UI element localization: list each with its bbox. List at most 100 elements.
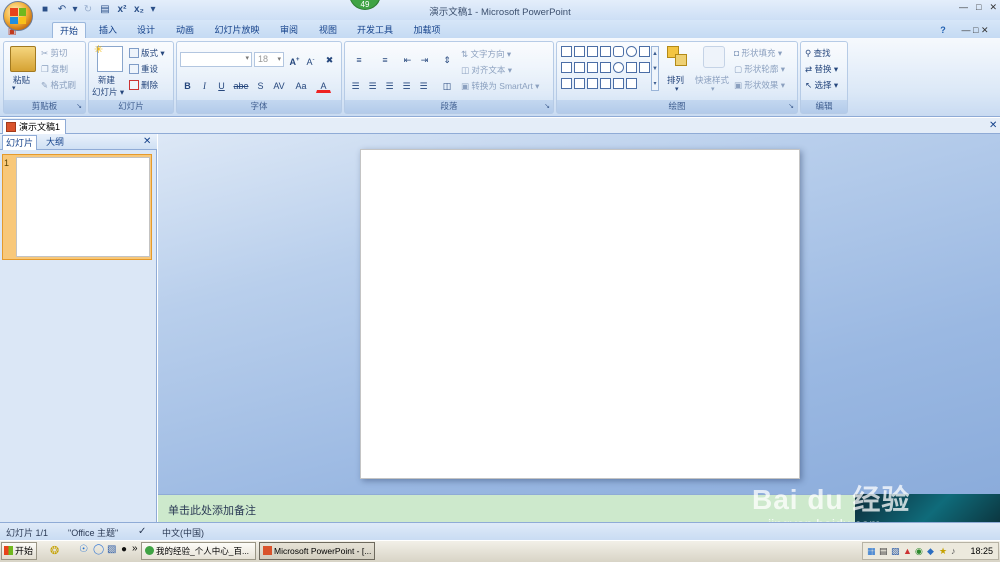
- help-icon[interactable]: ?: [936, 22, 950, 38]
- minimize-icon[interactable]: —: [959, 2, 968, 13]
- tab-addins[interactable]: 加载项: [405, 22, 449, 38]
- shape-fill-button[interactable]: ◘ 形状填充 ▾: [734, 47, 782, 59]
- tab-view[interactable]: 视图: [311, 22, 345, 38]
- task-browser[interactable]: 我的经验_个人中心_百...: [141, 542, 256, 560]
- qq-icon[interactable]: ●: [121, 544, 127, 555]
- shape-bracket-icon[interactable]: [600, 78, 611, 89]
- shape-brace-icon[interactable]: [587, 78, 598, 89]
- tray-input-icon[interactable]: ▦: [867, 546, 876, 557]
- close-document-icon[interactable]: ✕: [989, 120, 997, 131]
- new-slide-icon[interactable]: ✳: [94, 44, 123, 72]
- close-panel-icon[interactable]: ✕: [143, 136, 151, 147]
- doc-minimize-icon[interactable]: —: [961, 25, 970, 35]
- shapes-gallery[interactable]: [561, 46, 657, 94]
- tab-animations[interactable]: 动画: [168, 22, 202, 38]
- font-color-button[interactable]: A: [316, 78, 331, 93]
- font-dropdown-icon[interactable]: ▾: [245, 54, 249, 62]
- shape-rect-icon[interactable]: [600, 46, 611, 57]
- decrease-indent-button[interactable]: ⇤: [400, 52, 415, 67]
- increase-indent-button[interactable]: ⇥: [417, 52, 432, 67]
- shape-chevron-icon[interactable]: [626, 62, 637, 73]
- tray-network-icon[interactable]: ▤: [879, 546, 888, 557]
- paragraph-launcher-icon[interactable]: ↘: [544, 100, 550, 113]
- shape-smile-icon[interactable]: [613, 62, 624, 73]
- task-powerpoint[interactable]: Microsoft PowerPoint - [...: [259, 542, 375, 560]
- text-direction-button[interactable]: ⇅ 文字方向 ▾: [461, 48, 511, 60]
- shape-rounded-rect-icon[interactable]: [613, 46, 624, 57]
- shape-flow-icon[interactable]: [639, 62, 650, 73]
- numbering-button[interactable]: ≡: [374, 52, 396, 67]
- replace-button[interactable]: ⇄ 替换 ▾: [805, 63, 838, 75]
- align-text-button[interactable]: ◫ 对齐文本 ▾: [461, 64, 512, 76]
- browser-icon[interactable]: ◯: [93, 544, 104, 555]
- paste-icon[interactable]: [10, 46, 36, 72]
- columns-button[interactable]: ◫: [437, 78, 457, 93]
- office-button[interactable]: [3, 1, 33, 31]
- shape-triangle-icon[interactable]: [639, 46, 650, 57]
- underline-button[interactable]: U: [214, 78, 229, 93]
- new-slide-label[interactable]: 幻灯片 ▾: [92, 86, 124, 98]
- quick-launch-icon[interactable]: ❂: [50, 544, 59, 557]
- distributed-button[interactable]: ☰: [416, 78, 431, 93]
- character-spacing-button[interactable]: AV: [269, 78, 289, 93]
- tray-volume-icon[interactable]: ♪: [951, 546, 956, 556]
- paste-dropdown-icon[interactable]: ▾: [12, 84, 16, 92]
- format-painter-button[interactable]: ✎ 格式刷: [41, 79, 76, 91]
- tab-outline[interactable]: 大纲: [40, 135, 70, 150]
- size-dropdown-icon[interactable]: ▾: [277, 53, 281, 66]
- line-spacing-button[interactable]: ⇕: [437, 52, 457, 67]
- close-icon[interactable]: ✕: [989, 2, 997, 13]
- shrink-font-button[interactable]: A-: [303, 52, 318, 67]
- tab-slideshow[interactable]: 幻灯片放映: [207, 22, 267, 38]
- shape-outline-button[interactable]: ▢ 形状轮廓 ▾: [734, 63, 785, 75]
- ie-icon[interactable]: ☉: [79, 544, 88, 555]
- tray-update-icon[interactable]: ★: [939, 546, 947, 557]
- restore-icon[interactable]: □: [976, 2, 981, 13]
- layout-button[interactable]: 版式 ▾: [129, 47, 165, 59]
- tray-shield-icon[interactable]: ◆: [927, 546, 934, 557]
- align-center-button[interactable]: ☰: [365, 78, 380, 93]
- italic-button[interactable]: I: [197, 78, 212, 93]
- quick-styles-dropdown-icon[interactable]: ▾: [711, 85, 715, 93]
- slide-thumbnail[interactable]: [16, 157, 150, 257]
- font-name-combo[interactable]: ▾: [180, 52, 252, 67]
- change-case-button[interactable]: Aa: [292, 78, 310, 93]
- shape-heart-icon[interactable]: [561, 78, 572, 89]
- clock[interactable]: 18:25: [970, 546, 993, 556]
- start-button[interactable]: 开始: [1, 542, 37, 560]
- dialog-launcher-icon[interactable]: ↘: [76, 100, 82, 113]
- status-theme[interactable]: "Office 主题": [68, 526, 118, 539]
- tab-developer[interactable]: 开发工具: [350, 22, 400, 38]
- shape-callout-icon[interactable]: [587, 62, 598, 73]
- tab-insert[interactable]: 插入: [92, 22, 124, 38]
- find-button[interactable]: ⚲ 查找: [805, 47, 831, 59]
- tab-review[interactable]: 审阅: [272, 22, 306, 38]
- tab-slides[interactable]: 幻灯片: [2, 135, 37, 150]
- shape-right-arrow-icon[interactable]: [561, 62, 572, 73]
- arrange-dropdown-icon[interactable]: ▾: [675, 85, 679, 93]
- doc-restore-icon[interactable]: □: [973, 25, 978, 35]
- reset-button[interactable]: 重设: [129, 63, 158, 75]
- shape-left-arrow-icon[interactable]: [574, 62, 585, 73]
- tray-security-icon[interactable]: ◉: [915, 546, 923, 557]
- tab-design[interactable]: 设计: [130, 22, 162, 38]
- drawing-launcher-icon[interactable]: ↘: [788, 100, 794, 113]
- shape-effects-button[interactable]: ▣ 形状效果 ▾: [734, 79, 785, 91]
- doc-close-icon[interactable]: ✕: [981, 25, 989, 35]
- shape-oval-icon[interactable]: [626, 46, 637, 57]
- notes-placeholder[interactable]: 单击此处添加备注: [168, 502, 256, 518]
- justify-button[interactable]: ☰: [399, 78, 414, 93]
- copy-button[interactable]: ❐ 复制: [41, 63, 68, 75]
- tray-alert-icon[interactable]: ▲: [903, 546, 912, 556]
- status-language[interactable]: 中文(中国): [162, 526, 204, 539]
- align-left-button[interactable]: ☰: [348, 78, 363, 93]
- shadow-button[interactable]: S: [253, 78, 268, 93]
- more-tasks-button[interactable]: »: [132, 543, 138, 554]
- cut-button[interactable]: ✂ 剪切: [41, 47, 68, 59]
- quick-styles-icon[interactable]: [703, 46, 725, 68]
- spellcheck-icon[interactable]: ✓: [138, 526, 146, 537]
- shape-doc-icon[interactable]: [574, 78, 585, 89]
- gallery-scroll[interactable]: ▲ ▼ ▾: [651, 46, 659, 91]
- delete-button[interactable]: 删除: [129, 79, 158, 91]
- bullets-button[interactable]: ≡: [348, 52, 370, 67]
